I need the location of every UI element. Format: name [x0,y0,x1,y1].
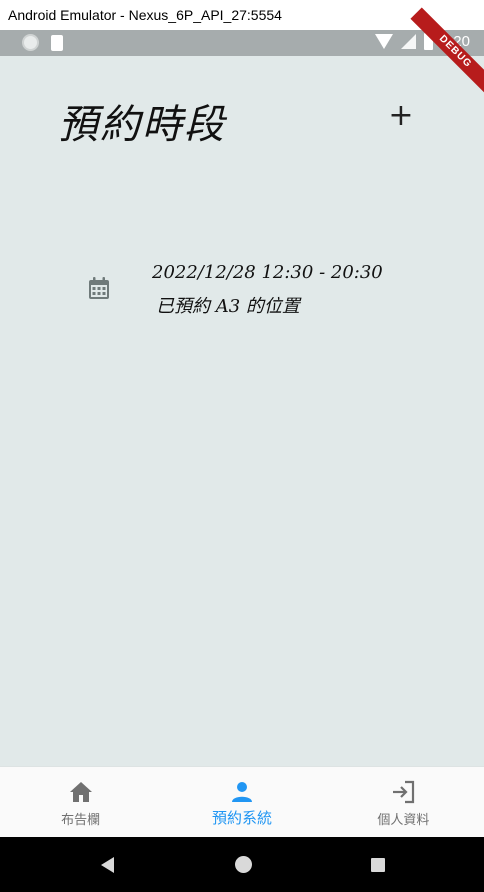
home-icon [69,782,92,802]
booking-list-item[interactable]: 2022/12/28 12:30 - 20:30 已預約 A3 的位置 [86,262,416,322]
nav-item-profile[interactable]: 個人資料 [323,767,484,837]
status-bar: 5:20 [0,30,484,56]
signal-icon [400,34,416,49]
booking-time: 2022/12/28 12:30 - 20:30 [152,262,383,283]
calendar-icon [89,277,109,299]
nav-label-booking: 預約系統 [211,809,272,827]
page-title: 預約時段 [58,102,226,148]
android-navigation-bar [0,837,484,892]
nav-label-bulletin: 布告欄 [61,813,101,828]
person-icon [231,782,252,802]
recent-apps-icon[interactable] [371,858,385,872]
plus-icon: + [388,98,414,133]
nav-label-profile: 個人資料 [377,813,430,828]
login-icon [393,780,415,804]
home-circle-icon[interactable] [235,856,252,873]
nav-item-bulletin[interactable]: 布告欄 [0,767,161,837]
booking-page: 預約時段 + 2022/12/28 12:30 - 20:30 已預約 A3 的… [0,56,484,766]
add-booking-button[interactable]: + [386,101,416,132]
bottom-navigation: 布告欄 預約系統 個人資料 [0,766,484,837]
back-icon[interactable] [101,857,114,873]
nav-item-booking[interactable]: 預約系統 [161,767,322,837]
window-title: Android Emulator - Nexus_6P_API_27:5554 [0,0,484,30]
notification-dot-icon [22,34,39,51]
wifi-icon [374,34,393,49]
booking-description: 已預約 A3 的位置 [156,296,300,317]
sd-card-icon [51,34,63,51]
